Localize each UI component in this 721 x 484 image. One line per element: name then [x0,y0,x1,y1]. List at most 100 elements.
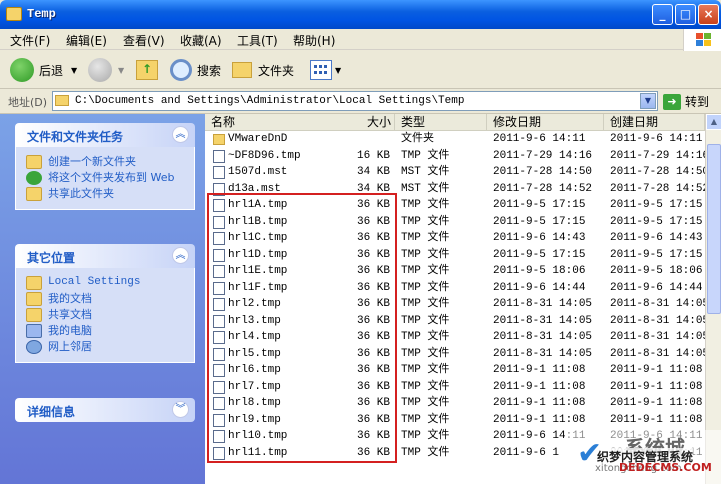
menu-file[interactable]: 文件(F) [10,32,50,49]
folder-icon [213,134,225,145]
place-label: 我的文档 [48,292,92,305]
watermark: ✔ 系统城 织梦内容管理系统 xitongcheng.com DEDECMS.C… [565,430,721,484]
place-label: 共享文档 [48,308,92,321]
file-created: 2011-9-5 17:15 [610,215,703,228]
explorer-window: Temp _ □ × 文件(F) 编辑(E) 查看(V) 收藏(A) 工具(T)… [0,0,721,484]
column-type[interactable]: 类型 [395,114,487,131]
file-type: TMP 文件 [401,281,450,294]
menu-edit[interactable]: 编辑(E) [66,32,107,49]
file-icon [213,166,225,179]
file-created: 2011-9-1 11:08 [610,364,703,376]
vertical-scrollbar[interactable]: ▲ [705,114,721,484]
collapse-icon[interactable]: ︽ [172,247,189,264]
file-size: 16 KB [356,149,390,162]
go-button[interactable]: ➜ 转到 [663,93,709,110]
forward-button[interactable]: ▼ [88,58,124,82]
details-header[interactable]: 详细信息 ︾ [15,398,195,422]
place-network[interactable]: 网上邻居 [26,340,194,354]
file-type: TMP 文件 [401,265,450,277]
file-size: 34 KB [356,166,390,178]
column-created[interactable]: 创建日期 [604,114,705,131]
maximize-button[interactable]: □ [675,4,696,25]
file-name: VMwareDnD [228,133,288,145]
views-button[interactable]: ▼ [310,58,341,82]
menu-bar: 文件(F) 编辑(E) 查看(V) 收藏(A) 工具(T) 帮助(H) [0,29,721,50]
go-label: 转到 [685,95,710,109]
folder-icon [6,7,22,21]
menu-help[interactable]: 帮助(H) [293,32,335,49]
file-created: 2011-8-31 14:05 [610,331,710,343]
file-modified: 2011-9-1 11:08 [493,397,586,409]
search-button[interactable]: 搜索 [170,58,221,82]
file-row[interactable]: 1507d.mst 34 KB MST 文件 2011-7-28 14:50 2011-… [205,164,709,180]
file-created: 2011-9-5 17:15 [610,199,703,211]
other-places-header[interactable]: 其它位置 ︽ [15,244,195,268]
column-size[interactable]: 大小 [355,114,395,131]
scroll-thumb[interactable] [707,144,721,314]
place-my-documents[interactable]: 我的文档 [26,292,194,306]
file-type: TMP 文件 [401,347,450,360]
file-modified: 2011-7-29 14:16 [493,149,593,162]
file-icon [213,149,225,163]
place-my-computer[interactable]: 我的电脑 [26,324,194,338]
file-type: TMP 文件 [401,364,450,376]
folder-icon [55,95,69,106]
menu-view[interactable]: 查看(V) [123,32,165,49]
address-dropdown-button[interactable]: ▼ [640,93,656,109]
file-created: 2011-9-6 14:11 [610,133,703,145]
place-shared-documents[interactable]: 共享文档 [26,308,194,322]
chevron-down-icon: ▼ [118,65,125,75]
panel-title: 文件和文件夹任务 [27,130,124,144]
task-new-folder[interactable]: 创建一个新文件夹 [26,155,194,169]
file-type: TMP 文件 [401,149,450,162]
file-type: 文件夹 [401,133,434,145]
scroll-up-button[interactable]: ▲ [706,114,721,130]
folders-button[interactable]: 文件夹 [232,58,294,82]
folder-icon [26,276,42,290]
window-title: Temp [27,7,56,21]
file-created: 2011-9-6 14:44 [610,281,703,294]
file-type: TMP 文件 [401,215,450,228]
task-share-folder[interactable]: 共享此文件夹 [26,187,194,201]
title-bar[interactable]: Temp _ □ × [0,0,721,29]
file-modified: 2011-9-6 14:43 [493,232,586,244]
file-type: TMP 文件 [401,397,450,409]
file-modified: 2011-7-28 14:52 [493,182,593,195]
task-publish-web[interactable]: 将这个文件夹发布到 Web [26,171,194,185]
file-tasks-header[interactable]: 文件和文件夹任务 ︽ [15,123,195,147]
file-modified: 2011-7-28 14:50 [493,166,593,178]
column-modified[interactable]: 修改日期 [487,114,604,131]
details-panel: 详细信息 ︾ [15,398,195,422]
menu-tools[interactable]: 工具(T) [237,32,278,49]
file-created: 2011-9-5 17:15 [610,248,703,261]
close-button[interactable]: × [698,4,719,25]
address-label: 地址(D) [8,96,48,109]
views-icon [310,60,332,80]
file-created: 2011-8-31 14:05 [610,298,710,310]
file-row[interactable]: VMwareDnD 文件夹 2011-9-6 14:11 2011-9-6 14:11 [205,131,705,147]
file-name: ~DF8D96.tmp [228,149,301,162]
file-modified: 2011-9-5 17:15 [493,199,586,211]
file-created: 2011-9-6 14:43 [610,232,703,244]
back-arrow-icon [10,58,34,82]
network-icon [26,340,42,354]
address-input[interactable]: C:\Documents and Settings\Administrator\… [52,91,658,111]
menu-favorites[interactable]: 收藏(A) [180,32,222,49]
file-modified: 2011-8-31 14:05 [493,298,593,310]
expand-icon[interactable]: ︾ [172,401,189,418]
up-folder-button[interactable]: ↑ [136,58,158,82]
collapse-icon[interactable]: ︽ [172,126,189,143]
file-name: 1507d.mst [228,166,288,178]
minimize-button[interactable]: _ [652,4,673,25]
back-button[interactable]: 后退 ▼ [10,58,77,82]
other-places-body: Local Settings 我的文档 共享文档 我的电脑 网上邻居 [15,268,195,363]
panel-title: 其它位置 [27,251,76,265]
new-folder-icon [26,155,42,169]
watermark-line3: DEDECMS.COM [619,461,712,474]
file-created: 2011-9-1 11:08 [610,397,703,409]
file-row[interactable]: ~DF8D96.tmp 16 KB TMP 文件 2011-7-29 14:16 201… [205,148,709,164]
forward-arrow-icon [88,58,112,82]
folders-icon [232,62,252,78]
place-local-settings[interactable]: Local Settings [26,276,194,290]
file-tasks-panel: 文件和文件夹任务 ︽ 创建一个新文件夹 将这个文件夹发布到 Web 共享此文件夹 [15,123,195,210]
